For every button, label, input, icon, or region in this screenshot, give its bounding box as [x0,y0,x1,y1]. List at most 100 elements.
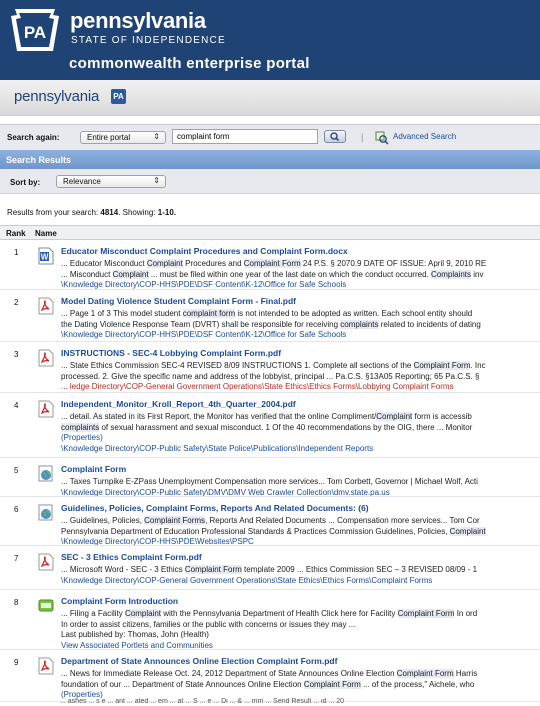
sub-header: pennsylvania PA [0,80,540,116]
results-summary: Results from your search: 4814. Showing:… [7,208,177,217]
pdf-icon[interactable] [38,553,54,571]
result-rank: 2 [14,298,19,307]
separator: | [361,132,364,142]
svg-text:W: W [41,253,49,262]
sort-label: Sort by: [10,178,41,187]
result-title-link[interactable]: Educator Misconduct Complaint Procedures… [61,246,348,256]
pa-badge-icon: PA [111,89,126,104]
pennsylvania-wordmark[interactable]: pennsylvania [14,88,99,105]
select-arrows-icon: ⇕ [153,132,160,141]
logo-text: PA [24,23,46,42]
site-tagline: STATE OF INDEPENDENCE [71,35,226,46]
result-snippet-line: ... Guidelines, Policies, Complaint Form… [61,516,480,525]
search-scope-value: Entire portal [87,133,131,142]
result-title-link[interactable]: Department of State Announces Online Ele… [61,656,337,666]
result-snippet-line: Pennsylvania Department of Education Pro… [61,526,486,536]
word-doc-icon[interactable]: W [38,247,54,265]
site-banner: PA pennsylvania STATE OF INDEPENDENCE co… [0,0,540,80]
result-rank: 3 [14,350,19,359]
result-title-link[interactable]: INSTRUCTIONS - SEC-4 Lobbying Complaint … [61,348,281,358]
search-bar: Search again: Entire portal ⇕ | Advanced… [0,124,540,150]
results-header: Search Results [0,150,540,169]
sort-select[interactable]: Relevance ⇕ [56,175,166,188]
result-path-link[interactable]: \Knowledge Directory\COP-General Governm… [61,576,432,585]
advanced-search-icon[interactable] [375,131,390,145]
pdf-icon[interactable] [38,297,54,315]
result-snippet-line: ... detail. As stated in its First Repor… [61,412,472,421]
result-row: 3 INSTRUCTIONS - SEC-4 Lobbying Complaint… [0,342,540,393]
result-path-link[interactable]: \Knowledge Directory\COP-HHS\PDE\DSF Con… [61,280,346,289]
result-path-link[interactable]: \Knowledge Directory\COP-HHS\PDE\DSF Con… [61,330,346,339]
result-snippet-line: complaints of sexual harassment and sexu… [61,422,473,432]
advanced-search-link[interactable]: Advanced Search [393,132,456,141]
result-row: 4 Independent_Monitor_Kroll_Report_4th_Qu… [0,393,540,458]
result-snippet-line: the Dating Violence Response Team (DVRT)… [61,319,481,329]
portal-title: commonwealth enterprise portal [69,55,310,72]
cut-off-footer: ... ashes ... s e ... ant ... ated ... e… [60,698,344,705]
sort-value: Relevance [63,177,101,186]
web-page-icon[interactable] [38,465,54,483]
result-title-link[interactable]: Model Dating Violence Student Complaint … [61,296,296,306]
result-row: 2 Model Dating Violence Student Complaint… [0,290,540,342]
result-snippet-line: Last published by: Thomas, John (Health) [61,630,209,639]
result-title-link[interactable]: Complaint Form Introduction [61,596,178,606]
result-rank: 1 [14,248,19,257]
result-title-link[interactable]: Guidelines, Policies, Complaint Forms, R… [61,503,369,513]
result-snippet-line: ... Taxes Turnpike E-ZPass Unemployment … [61,477,478,486]
result-rank: 5 [14,466,19,475]
result-snippet-line: ... Microsoft Word - SEC - 3 Ethics Comp… [61,565,478,574]
result-snippet-line: ... Misconduct Complaint ... must be fil… [61,269,484,279]
showing-label: Showing: [122,208,156,217]
magnifier-icon [330,132,340,142]
name-column-header[interactable]: Name [35,229,57,238]
results-prefix: Results from your search: [7,208,99,217]
results-column-header: Rank Name [0,225,540,240]
result-rank: 4 [14,401,19,410]
result-path-link[interactable]: View Associated Portlets and Communities [61,641,213,650]
pdf-icon[interactable] [38,400,54,418]
properties-link[interactable]: (Properties) [61,433,103,442]
result-path-link[interactable]: ... ledge Directory\COP-General Governme… [61,382,454,391]
result-title-link[interactable]: Complaint Form [61,464,126,474]
result-title-link[interactable]: SEC - 3 Ethics Complaint Form.pdf [61,552,202,562]
pdf-icon[interactable] [38,657,54,675]
result-row: 1 W Educator Misconduct Complaint Procedur… [0,240,540,290]
sort-bar: Sort by: Relevance ⇕ [0,169,540,194]
result-rank: 7 [14,554,19,563]
site-name: pennsylvania [70,8,206,33]
result-row: 6 Guidelines, Policies, Complaint Forms, … [0,497,540,546]
result-snippet-line: processed. 2. Give the specific name and… [61,371,480,381]
results-header-title: Search Results [6,155,72,165]
result-snippet-line: ... Filing a Facility Complaint with the… [61,609,478,618]
search-again-label: Search again: [7,133,60,142]
result-rank: 8 [14,598,19,607]
result-snippet-line: ... Page 1 of 3 This model student compl… [61,309,473,318]
portlet-icon[interactable] [38,597,54,615]
result-row: 8 Complaint Form Introduction ... Filing a… [0,590,540,650]
search-input[interactable] [172,129,318,144]
result-rank: 9 [14,658,19,667]
result-snippet-line: foundation of our ... Department of Stat… [61,679,475,689]
result-snippet-line: In order to assist citizens, families or… [61,619,356,629]
result-snippet-line: ... State Ethics Commission SEC-4 REVISE… [61,361,486,370]
select-arrows-icon: ⇕ [153,176,160,185]
result-row: 5 Complaint Form ... Taxes Turnpike E-ZPas… [0,458,540,497]
result-path-link[interactable]: \Knowledge Directory\COP-HHS\PDE\Website… [61,537,254,545]
result-rank: 6 [14,505,19,514]
result-row: 9 Department of State Announces Online El… [0,650,540,702]
result-path-link[interactable]: \Knowledge Directory\COP-Public Safety\S… [61,444,373,453]
result-path-link[interactable]: \Knowledge Directory\COP-Public Safety\D… [61,488,390,497]
results-list: 1 W Educator Misconduct Complaint Procedur… [0,240,540,702]
web-page-icon[interactable] [38,504,54,522]
rank-column-header[interactable]: Rank [6,229,26,238]
result-snippet-line: ... News for Immediate Release Oct. 24, … [61,669,478,678]
results-total: 4814 [100,208,119,217]
search-scope-select[interactable]: Entire portal ⇕ [80,131,166,144]
keystone-logo-icon[interactable]: PA [9,7,61,53]
showing-range: 1-10. [157,208,177,217]
pdf-icon[interactable] [38,349,54,367]
search-button[interactable] [324,130,346,143]
result-row: 7 SEC - 3 Ethics Complaint Form.pdf ... Mi… [0,546,540,590]
result-snippet-line: ... Educator Misconduct Complaint Proced… [61,259,487,268]
result-title-link[interactable]: Independent_Monitor_Kroll_Report_4th_Qua… [61,399,296,409]
